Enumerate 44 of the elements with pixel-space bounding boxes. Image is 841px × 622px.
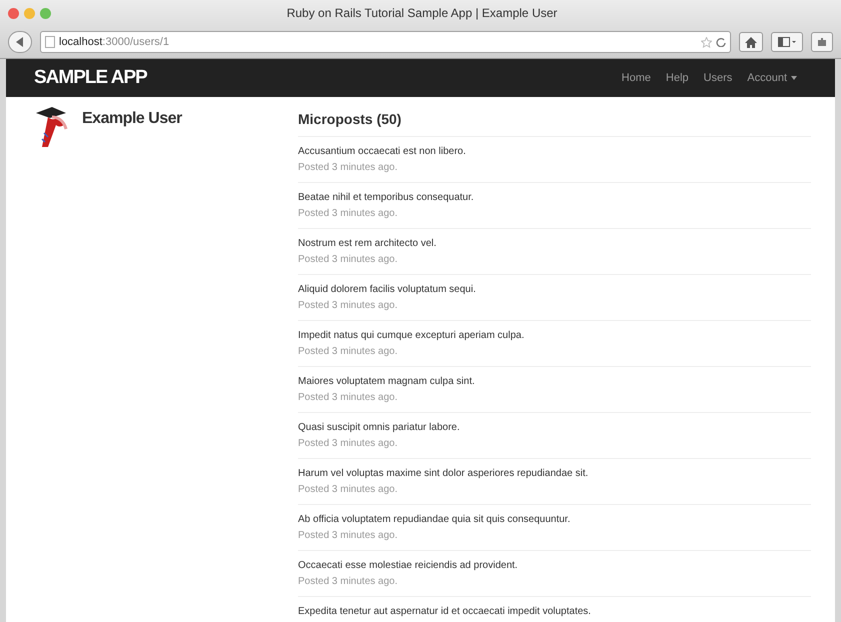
micropost-timestamp: Posted 3 minutes ago.: [298, 253, 399, 267]
micropost-timestamp: Posted 3 minutes ago.: [298, 529, 399, 543]
bookmarks-button[interactable]: [771, 32, 803, 52]
micropost-content: Nostrum est rem architecto vel.: [298, 237, 438, 251]
home-button[interactable]: [739, 32, 763, 52]
micropost-timestamp: Posted 3 minutes ago.: [298, 161, 399, 175]
nav-link[interactable]: Home: [622, 70, 651, 86]
micropost-timestamp: Posted 3 minutes ago.: [298, 437, 399, 451]
url-path: :3000/users/1: [102, 34, 170, 50]
micropost-timestamp: Posted 3 minutes ago.: [298, 575, 399, 589]
micropost-content: Impedit natus qui cumque excepturi aperiam culpa.: [298, 329, 526, 343]
address-field[interactable]: localhost:3000/users/1: [40, 31, 731, 53]
back-arrow-icon: [16, 37, 24, 47]
micropost-content: Occaecati esse molestiae reiciendis ad provident.: [298, 559, 519, 573]
reload-icon[interactable]: [716, 37, 726, 47]
micropost-content: Quasi suscipit omnis pariatur labore.: [298, 421, 461, 435]
nav-dropdown[interactable]: Account: [747, 70, 797, 86]
micropost-timestamp: Posted 3 minutes ago.: [298, 345, 399, 359]
extensions-button[interactable]: [811, 32, 833, 52]
micropost-content: Ab officia voluptatem repudiandae quia sit quis consequuntur.: [298, 513, 572, 527]
star-icon[interactable]: [701, 36, 712, 48]
close-icon[interactable]: [8, 8, 19, 18]
page-icon: [45, 36, 55, 48]
micropost-timestamp: Posted 3 minutes ago.: [298, 391, 399, 405]
home-icon: [745, 36, 757, 48]
micropost-content: Harum vel voluptas maxime sint dolor asperiores repudiandae sit.: [298, 467, 590, 481]
caret-icon: [791, 76, 797, 80]
window-title: Ruby on Rails Tutorial Sample App | Example User: [286, 5, 558, 22]
nav-link[interactable]: Help: [666, 70, 689, 86]
url-host: localhost: [59, 34, 102, 50]
micropost-content: Accusantium occaecati est non libero.: [298, 145, 467, 159]
micropost-content: Aliquid dolorem facilis voluptatum sequi.: [298, 283, 477, 297]
micropost-timestamp: Posted 3 minutes ago.: [298, 299, 399, 313]
micropost-content: Expedita tenetur aut aspernatur id et occaecati impedit voluptates.: [298, 605, 592, 619]
micropost-content: Maiores voluptatem magnam culpa sint.: [298, 375, 476, 389]
microposts-heading: Microposts (50): [298, 103, 811, 137]
back-button[interactable]: [8, 31, 32, 53]
nav-link[interactable]: Users: [704, 70, 732, 86]
micropost-timestamp: Posted 3 minutes ago.: [298, 207, 399, 221]
user-name: Example User: [82, 109, 182, 129]
sidebar-icon: [778, 37, 796, 47]
micropost-timestamp: Posted 3 minutes ago.: [298, 483, 399, 497]
brand-logo[interactable]: SAMPLE APP: [34, 64, 147, 92]
micropost-content: Beatae nihil et temporibus consequatur.: [298, 191, 475, 205]
